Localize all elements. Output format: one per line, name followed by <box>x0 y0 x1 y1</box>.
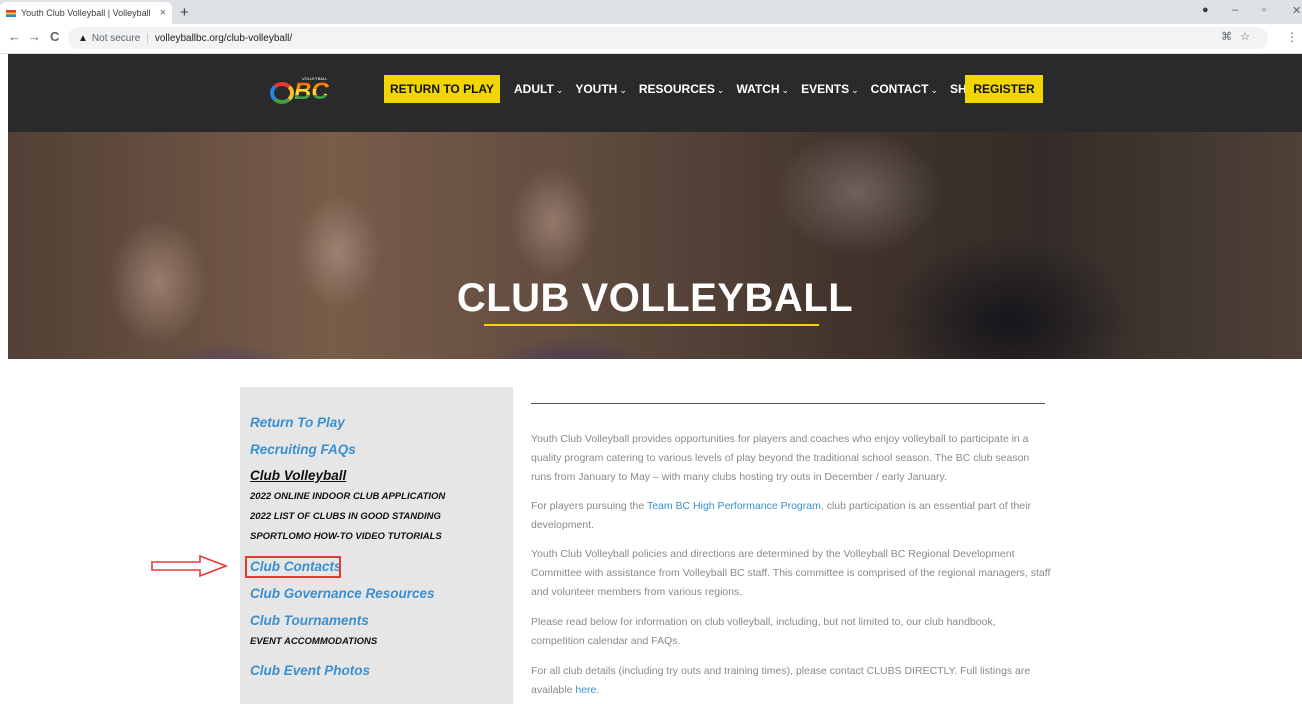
policies-paragraph: Youth Club Volleyball policies and direc… <box>531 548 1051 598</box>
chevron-down-icon: ⌄ <box>619 85 627 95</box>
nav-item-resources[interactable]: RESOURCES ⌄ <box>639 82 725 96</box>
not-secure-label[interactable]: Not secure <box>92 33 140 44</box>
chevron-down-icon: ⌄ <box>716 85 725 95</box>
omnibox-separator: | <box>146 32 149 44</box>
logo-text: BC <box>294 78 329 105</box>
club-contacts-highlight-box <box>245 556 341 578</box>
url-omnibox[interactable]: ▲ Not secure | volleyballbc.org/club-vol… <box>68 27 1268 49</box>
nav-item-label: WATCH <box>736 82 780 96</box>
restore-icon[interactable]: ▫ <box>1262 4 1266 16</box>
team-bc-paragraph: For players pursuing the Team BC High Pe… <box>531 497 1051 535</box>
sidebar-subitem-event-accommodations[interactable]: EVENT ACCOMMODATIONS <box>250 636 377 647</box>
nav-item-label: ADULT <box>514 82 554 96</box>
sidebar-item-recruiting-faqs[interactable]: Recruiting FAQs <box>250 442 356 457</box>
browser-tab-bar: Youth Club Volleyball | Volleyball × + ●… <box>0 0 1302 24</box>
address-bar-row: ← → C ▲ Not secure | volleyballbc.org/cl… <box>0 24 1302 54</box>
nav-item-watch[interactable]: WATCH ⌄ <box>736 82 789 96</box>
volleyball-bc-logo[interactable]: VOLLEYBALL BC <box>270 76 346 105</box>
url-text[interactable]: volleyballbc.org/club-volleyball/ <box>155 33 292 44</box>
close-window-icon[interactable]: ✕ <box>1292 4 1301 17</box>
omnibox-actions: ⌘☆ <box>1221 30 1258 43</box>
nav-item-label: CONTACT <box>870 82 929 96</box>
content-divider <box>531 403 1045 404</box>
listings-here-link[interactable]: here <box>575 684 596 696</box>
main-menu: ADULT ⌄ YOUTH ⌄ RESOURCES ⌄ WATCH ⌄ EVENTS ⌄ CONTA… <box>514 82 996 96</box>
handbook-paragraph: Please read below for information on clu… <box>531 616 996 647</box>
chevron-down-icon: ⌄ <box>930 85 938 95</box>
sidebar-item-club-governance[interactable]: Club Governance Resources <box>250 586 435 601</box>
nav-item-label: EVENTS <box>801 82 850 96</box>
favicon-icon <box>6 9 16 17</box>
browser-tab[interactable]: Youth Club Volleyball | Volleyball × <box>0 2 172 24</box>
team-bc-link[interactable]: Team BC High Performance Program <box>647 500 821 512</box>
sidebar-item-club-event-photos[interactable]: Club Event Photos <box>250 663 370 678</box>
sidebar: Return To Play Recruiting FAQs Club Voll… <box>240 387 513 704</box>
title-underline <box>484 324 819 326</box>
back-icon[interactable]: ← <box>8 29 21 44</box>
sidebar-item-club-tournaments[interactable]: Club Tournaments <box>250 613 369 628</box>
sidebar-item-club-volleyball[interactable]: Club Volleyball <box>250 468 346 483</box>
nav-item-adult[interactable]: ADULT ⌄ <box>514 82 563 96</box>
register-button[interactable]: REGISTER <box>965 75 1043 103</box>
nav-item-contact[interactable]: CONTACT ⌄ <box>871 82 938 96</box>
nav-item-label: RESOURCES <box>638 82 715 96</box>
chevron-down-icon: ⌄ <box>781 85 790 95</box>
club-details-text-after: . <box>596 684 600 696</box>
translate-icon[interactable]: ⌘ <box>1221 31 1240 43</box>
nav-item-youth[interactable]: YOUTH ⌄ <box>575 82 627 96</box>
return-to-play-button[interactable]: RETURN TO PLAY <box>384 75 500 103</box>
hero-banner: CLUB VOLLEYBALL <box>8 132 1302 359</box>
bookmark-star-icon[interactable]: ☆ <box>1240 31 1258 43</box>
sidebar-item-return-to-play[interactable]: Return To Play <box>250 415 345 430</box>
pointer-arrow-icon <box>151 554 229 578</box>
close-tab-icon[interactable]: × <box>160 7 166 19</box>
minimize-icon[interactable]: – <box>1232 4 1238 16</box>
page-title: CLUB VOLLEYBALL <box>456 276 854 320</box>
team-bc-text-before: For players pursuing the <box>531 500 647 512</box>
forward-icon[interactable]: → <box>28 29 41 44</box>
warning-icon: ▲ <box>78 32 88 44</box>
nav-item-events[interactable]: EVENTS ⌄ <box>801 82 859 96</box>
club-details-paragraph: For all club details (including try outs… <box>531 662 1051 700</box>
intro-paragraph: Youth Club Volleyball provides opportuni… <box>531 433 1030 483</box>
club-details-text-before: For all club details (including try outs… <box>531 665 1031 696</box>
nav-item-label: YOUTH <box>575 82 618 96</box>
browser-menu-icon[interactable]: ⋮ <box>1286 30 1298 44</box>
site-header: VOLLEYBALL BC RETURN TO PLAY ADULT⌄YOUTH… <box>8 54 1302 132</box>
chevron-down-icon: ⌄ <box>851 85 859 95</box>
sidebar-subitem-club-application[interactable]: 2022 ONLINE INDOOR CLUB APPLICATION <box>250 491 445 502</box>
reload-icon[interactable]: C <box>50 29 59 44</box>
sidebar-subitem-clubs-list[interactable]: 2022 LIST OF CLUBS IN GOOD STANDING <box>250 511 441 522</box>
new-tab-button[interactable]: + <box>180 4 189 21</box>
logo-ring-icon <box>270 82 294 104</box>
tab-title: Youth Club Volleyball | Volleyball <box>21 8 151 18</box>
chevron-down-icon: ⌄ <box>555 85 564 95</box>
sidebar-subitem-video-tutorials[interactable]: SPORTLOMO HOW-TO VIDEO TUTORIALS <box>250 531 442 542</box>
profile-icon[interactable]: ● <box>1202 4 1209 16</box>
